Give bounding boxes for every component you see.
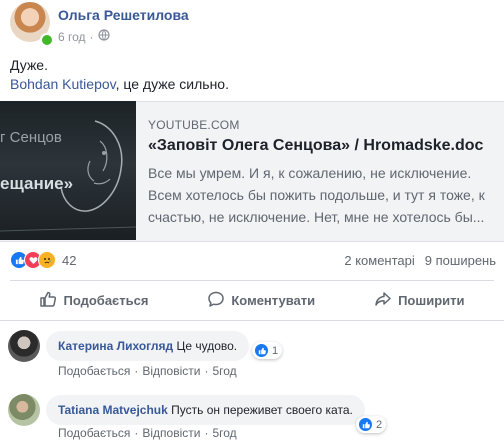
post-meta: 6 год · (58, 29, 110, 44)
divider (10, 280, 494, 281)
commenter-avatar[interactable] (8, 394, 40, 426)
thumbnail-caption-2: ещание» (0, 174, 74, 193)
shares-count[interactable]: 9 поширень (425, 253, 496, 268)
post-stats: 2 коментарі 9 поширень (344, 253, 496, 268)
comment-text: Це чудово. (176, 339, 238, 353)
online-status-indicator (40, 33, 54, 47)
post-author-name[interactable]: Ольга Решетилова (58, 7, 189, 23)
comment-reactions[interactable]: 2 (356, 416, 387, 433)
like-button-label: Подобається (63, 292, 149, 308)
separator: · (134, 426, 139, 440)
post-line-1: Дуже. (10, 57, 48, 73)
like-icon (254, 343, 269, 358)
comment-bubble: Катерина Лихогляд Це чудово. (46, 331, 250, 361)
separator: · (134, 364, 139, 378)
comments-count[interactable]: 2 коментарі (344, 253, 414, 268)
like-button[interactable]: Подобається (39, 290, 148, 311)
commenter-name[interactable]: Tatiana Matvejchuk (58, 403, 168, 417)
post-action-bar: Подобається Коментувати Поширити (10, 284, 494, 316)
comment-like-link[interactable]: Подобається (58, 364, 130, 378)
sad-icon (38, 251, 56, 269)
post-line-2: Bohdan Kutiepov, це дуже сильно. (10, 75, 229, 94)
video-thumbnail[interactable] (0, 101, 136, 240)
comment-reply-link[interactable]: Відповісти (142, 364, 200, 378)
share-button-label: Поширити (398, 292, 465, 308)
reaction-count[interactable]: 42 (62, 253, 76, 268)
link-description: Все мы умрем. И я, к сожалению, не исклю… (148, 165, 485, 225)
divider (0, 320, 504, 321)
comment-like-link[interactable]: Подобається (58, 426, 130, 440)
separator: · (204, 426, 209, 440)
separator: · (204, 364, 209, 378)
post-text: Дуже. Bohdan Kutiepov, це дуже сильно. (10, 56, 229, 94)
comment-actions: Подобається · Відповісти · 5год (58, 426, 237, 440)
comment-timestamp[interactable]: 5год (212, 364, 236, 378)
share-button[interactable]: Поширити (374, 290, 464, 311)
comment-text: Пусть он переживет своего ката. (171, 403, 353, 417)
comment-button[interactable]: Коментувати (207, 290, 315, 311)
post-timestamp[interactable]: 6 год (58, 30, 86, 44)
comment-reaction-count: 1 (272, 344, 279, 357)
comment-reply-link[interactable]: Відповісти (142, 426, 200, 440)
comment-button-label: Коментувати (231, 292, 316, 308)
comment-bubble-icon (207, 290, 225, 311)
like-icon (358, 417, 373, 432)
link-title[interactable]: «Заповіт Олега Сенцова» / Hromadske.doc (148, 137, 498, 155)
reaction-icons[interactable] (10, 251, 56, 269)
post-line-2-text: , це дуже сильно. (115, 76, 229, 92)
thumbs-up-icon (39, 290, 57, 311)
share-arrow-icon (374, 290, 392, 311)
comment-reactions[interactable]: 1 (252, 342, 283, 359)
meta-separator: · (89, 29, 94, 44)
commenter-name[interactable]: Катерина Лихогляд (58, 339, 173, 353)
comment-timestamp[interactable]: 5год (212, 426, 236, 440)
globe-icon[interactable] (97, 29, 110, 44)
commenter-avatar[interactable] (8, 330, 40, 362)
comment-bubble: Tatiana Matvejchuk Пусть он переживет св… (46, 395, 365, 425)
comment-reaction-count: 2 (376, 418, 383, 431)
mention-link[interactable]: Bohdan Kutiepov (10, 76, 116, 92)
thumbnail-caption-1: г Сенцов (0, 129, 62, 146)
link-source: YOUTUBE.COM (148, 118, 240, 132)
comment-actions: Подобається · Відповісти · 5год (58, 364, 237, 378)
